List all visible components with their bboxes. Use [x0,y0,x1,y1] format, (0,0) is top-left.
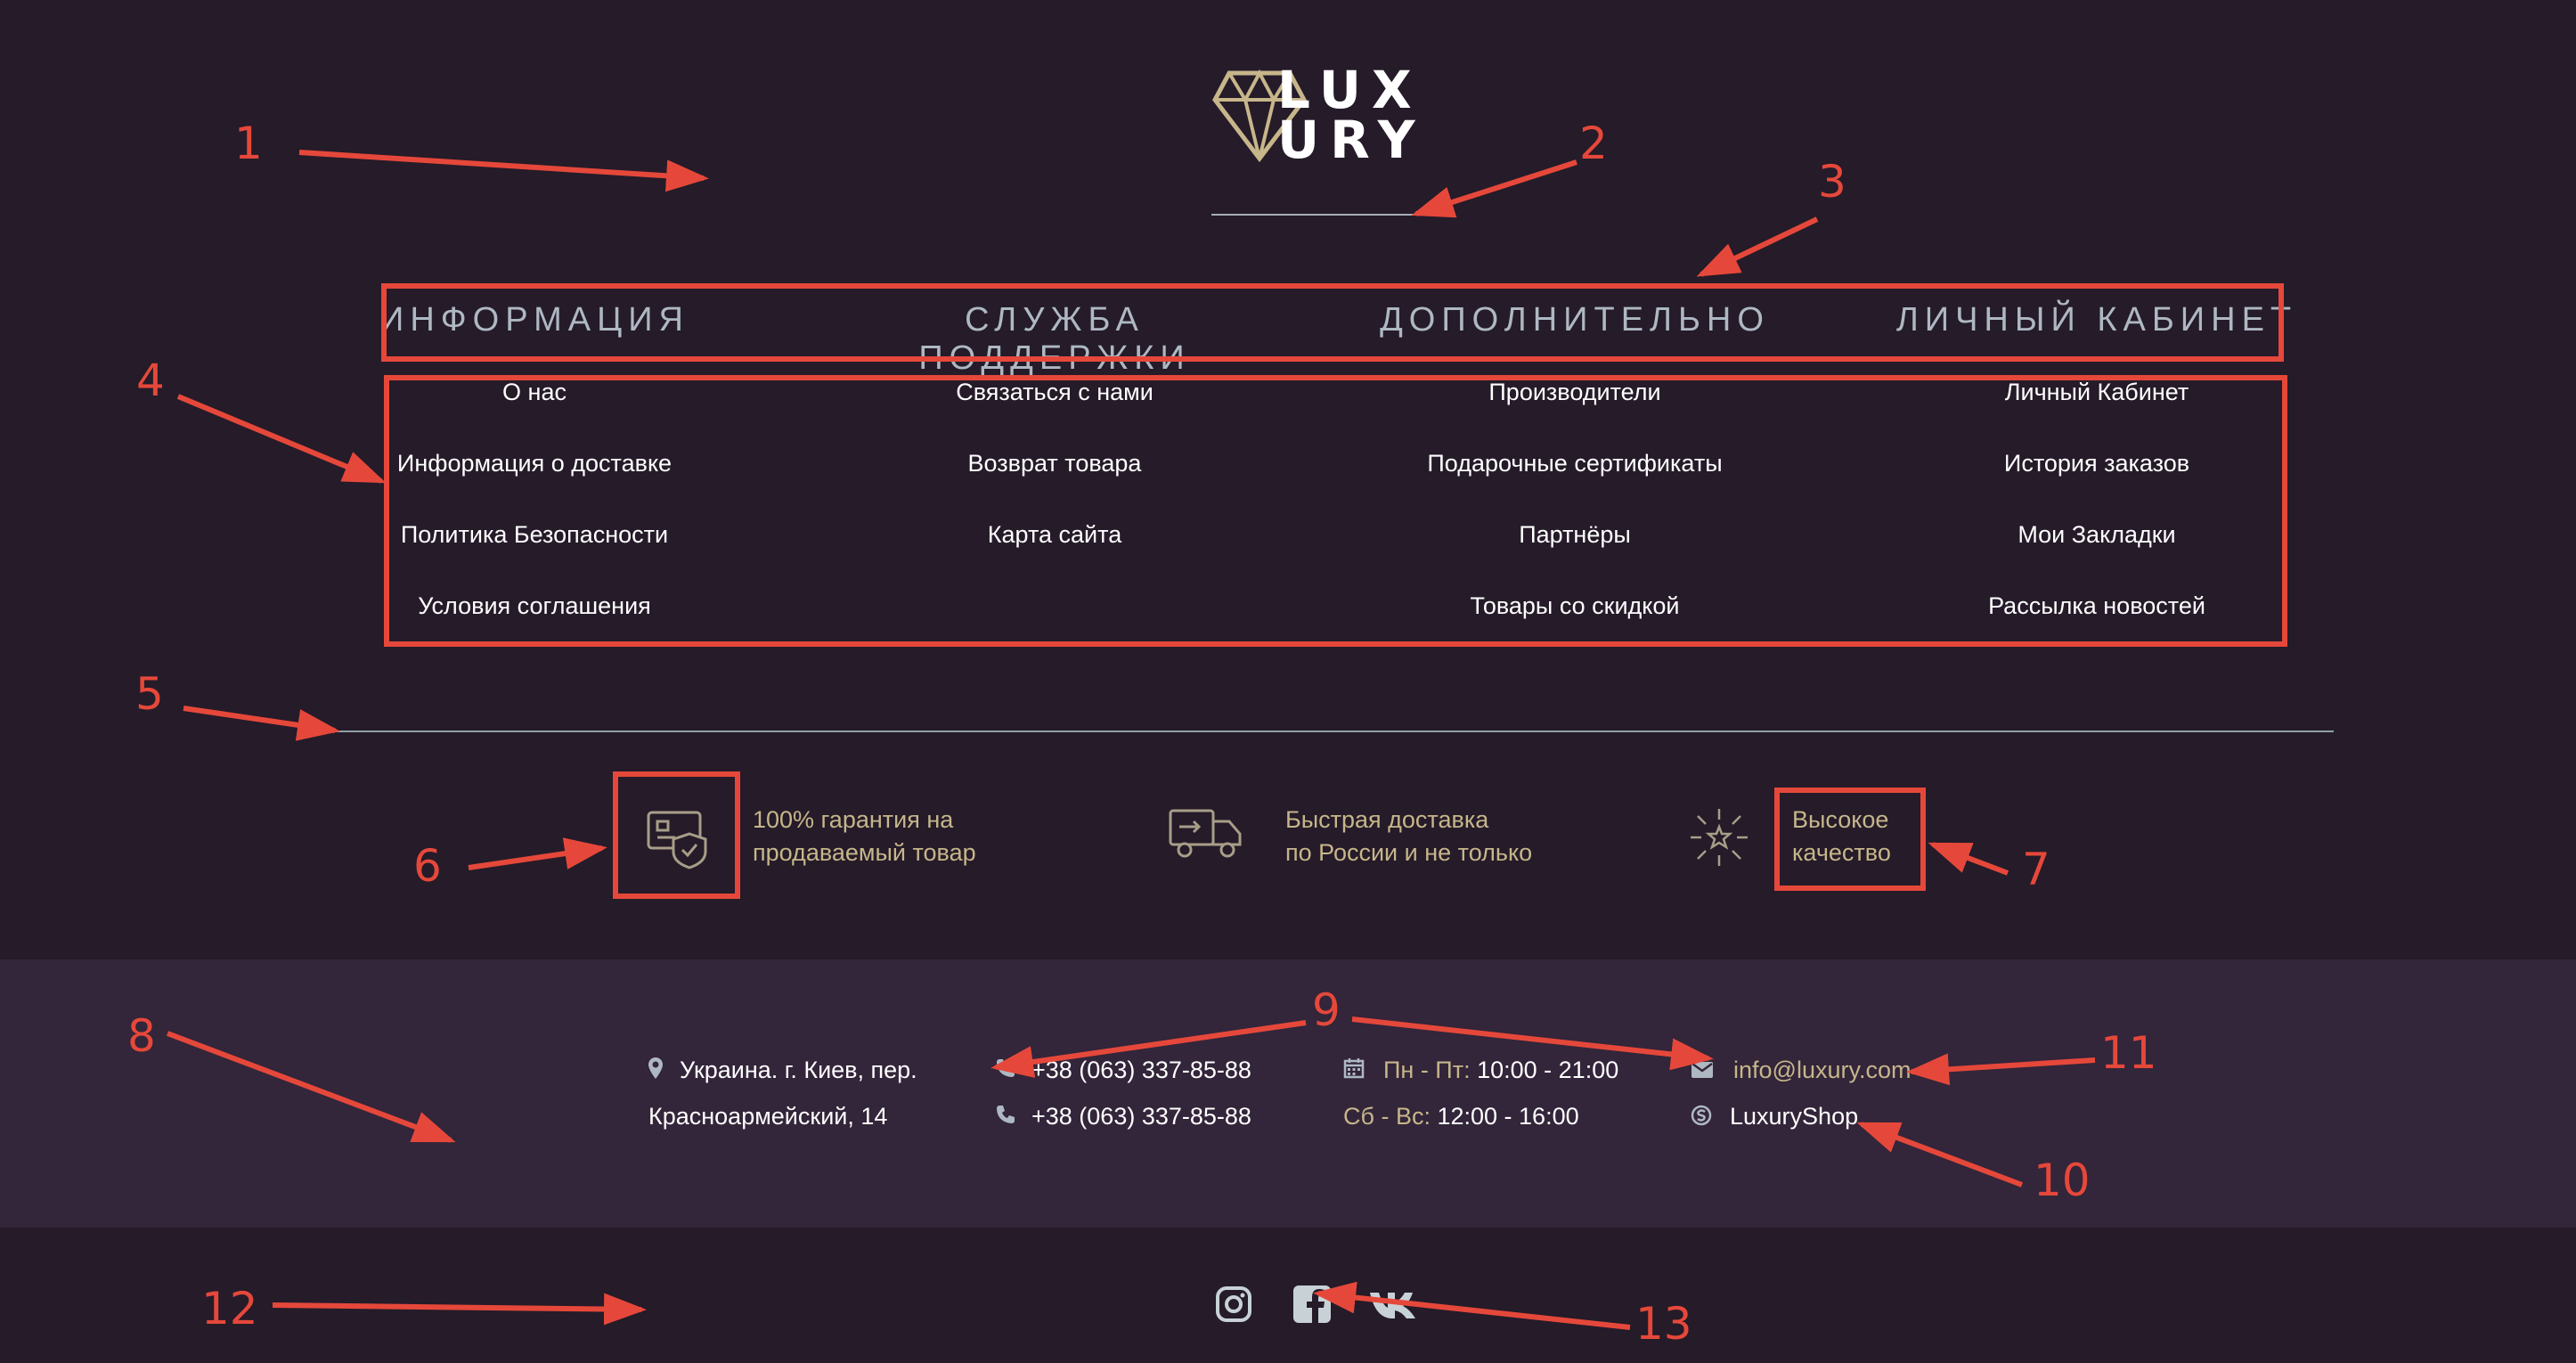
annotation-number-1: 1 [234,118,263,169]
annotation-number-13: 13 [1635,1298,1692,1350]
annotation-number-8: 8 [127,1010,156,1062]
annotation-number-5: 5 [135,668,164,720]
annotation-number-4: 4 [136,355,165,406]
annotation-number-11: 11 [2100,1027,2157,1079]
annotation-number-7: 7 [2022,844,2050,895]
annotation-number-6: 6 [413,840,442,892]
annotation-number-2: 2 [1579,118,1608,169]
annotation-number-10: 10 [2034,1155,2091,1206]
annotation-number-12: 12 [201,1283,258,1334]
annotation-number-9: 9 [1312,984,1341,1036]
annotation-number-3: 3 [1818,156,1846,208]
annotation-arrows [166,150,2096,1330]
